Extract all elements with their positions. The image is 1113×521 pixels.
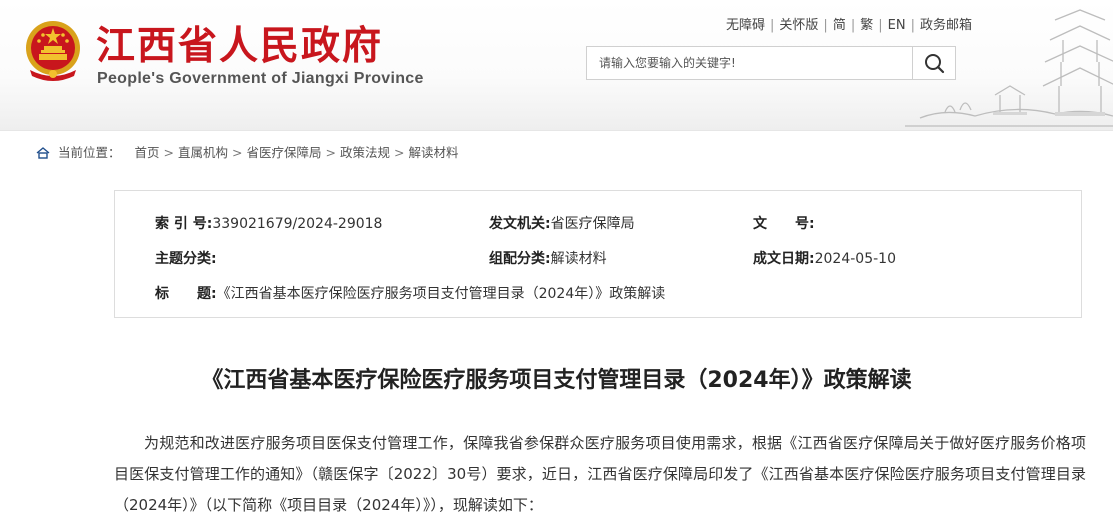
traditional-chinese-link[interactable]: 繁 bbox=[860, 18, 873, 33]
simplified-chinese-link[interactable]: 简 bbox=[833, 18, 846, 33]
document-info-box: 索 引 号:339021679/2024-29018 发文机关:省医疗保障局 文… bbox=[114, 190, 1082, 318]
breadcrumb: 当前位置： 首页 > 直属机构 > 省医疗保障局 > 政策法规 > 解读材料 bbox=[36, 142, 459, 161]
search-box bbox=[586, 46, 956, 80]
info-document-number: 文 号: bbox=[753, 216, 815, 232]
breadcrumb-interpretations[interactable]: 解读材料 bbox=[409, 145, 459, 160]
english-link[interactable]: EN bbox=[888, 18, 906, 33]
breadcrumb-agencies[interactable]: 直属机构 bbox=[178, 145, 228, 160]
elderly-mode-link[interactable]: 关怀版 bbox=[779, 18, 818, 33]
breadcrumb-policies[interactable]: 政策法规 bbox=[340, 145, 390, 160]
home-icon bbox=[36, 147, 50, 159]
pavilion-illustration bbox=[905, 9, 1113, 127]
breadcrumb-home[interactable]: 首页 bbox=[135, 145, 160, 160]
article-paragraph: 为规范和改进医疗服务项目医保支付管理工作，保障我省参保群众医疗服务项目使用需求，… bbox=[114, 434, 1086, 514]
info-issuer: 发文机关:省医疗保障局 bbox=[489, 216, 635, 232]
info-title: 标 题:《江西省基本医疗保险医疗服务项目支付管理目录（2024年）》政策解读 bbox=[155, 286, 666, 302]
site-title[interactable]: 江西省人民政府 bbox=[96, 15, 383, 71]
info-index-number: 索 引 号:339021679/2024-29018 bbox=[155, 216, 383, 232]
info-date: 成文日期:2024-05-10 bbox=[753, 251, 896, 267]
info-category: 组配分类:解读材料 bbox=[489, 251, 607, 267]
national-emblem-icon bbox=[26, 21, 80, 81]
site-header: 江西省人民政府 People's Government of Jiangxi P… bbox=[0, 0, 1113, 131]
info-topic: 主题分类: bbox=[155, 251, 217, 267]
breadcrumb-label: 当前位置： bbox=[58, 145, 121, 160]
search-input[interactable] bbox=[587, 47, 913, 79]
site-subtitle: People's Government of Jiangxi Province bbox=[97, 70, 424, 87]
accessibility-link[interactable]: 无障碍 bbox=[726, 18, 765, 33]
article-title: 《江西省基本医疗保险医疗服务项目支付管理目录（2024年）》政策解读 bbox=[201, 368, 912, 393]
breadcrumb-healthcare-bureau[interactable]: 省医疗保障局 bbox=[247, 145, 322, 160]
